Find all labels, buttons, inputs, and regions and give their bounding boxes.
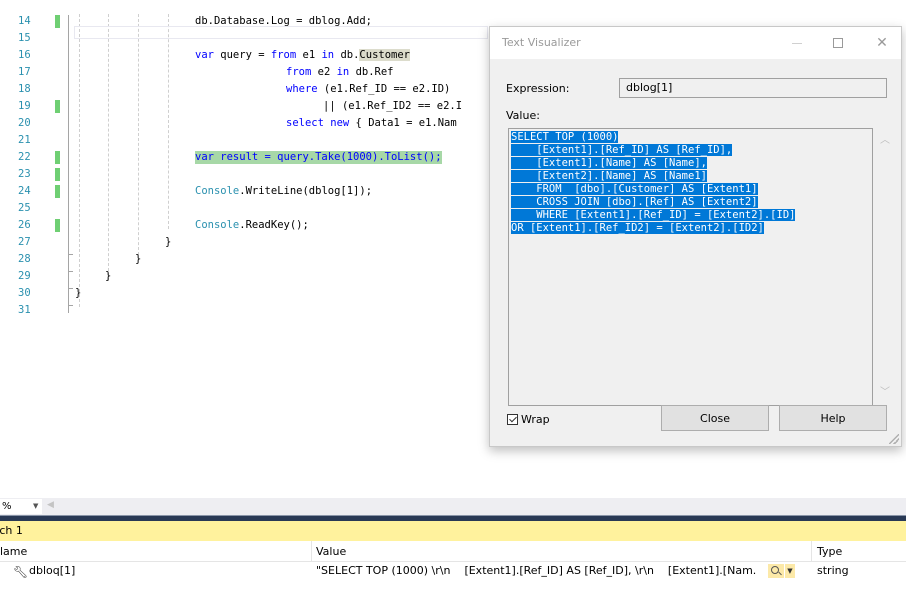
line-number: 16 bbox=[18, 49, 31, 61]
wrap-label: Wrap bbox=[521, 413, 550, 426]
editor-zoom-bar: % ▼ ◀ bbox=[0, 498, 906, 515]
line-number: 23 bbox=[18, 168, 31, 180]
minimize-button[interactable] bbox=[777, 27, 817, 59]
code-text: var result = query.Take(1000).ToList(); bbox=[195, 151, 442, 164]
code-text: select new { Data1 = e1.Nam bbox=[286, 117, 457, 129]
code-text: where (e1.Ref_ID == e2.ID) bbox=[286, 83, 451, 95]
line-number: 24 bbox=[18, 185, 31, 197]
watch-row-name[interactable]: 🔧︎ dbloq[1] bbox=[0, 562, 312, 580]
line-number: 29 bbox=[18, 270, 31, 282]
line-number: 28 bbox=[18, 253, 31, 265]
sql-line: WHERE [Extent1].[Ref_ID] = [Extent2].[ID… bbox=[511, 209, 796, 221]
code-text: var query = from e1 in db.Customer bbox=[195, 49, 410, 61]
sql-line: SELECT TOP (1000) bbox=[511, 131, 619, 143]
sql-line: [Extent1].[Ref_ID] AS [Ref_ID], bbox=[511, 144, 733, 156]
close-icon: ✕ bbox=[876, 35, 888, 51]
maximize-icon bbox=[833, 38, 843, 48]
zoom-value: % bbox=[2, 501, 12, 512]
maximize-button[interactable] bbox=[818, 27, 858, 59]
value-textarea[interactable]: SELECT TOP (1000) [Extent1].[Ref_ID] AS … bbox=[508, 128, 873, 406]
scroll-down-icon[interactable]: ﹀ bbox=[880, 383, 890, 398]
text-visualizer-dialog: Text Visualizer ✕ Expression: dblog[1] V… bbox=[489, 26, 902, 447]
sql-line: OR [Extent1].[Ref_ID2] = [Extent2].[ID2] bbox=[511, 222, 764, 234]
watch-row-type: string bbox=[817, 564, 849, 577]
wrench-icon: 🔧︎ bbox=[13, 565, 29, 579]
value-label: Value: bbox=[506, 109, 540, 122]
code-text: db.Database.Log = dblog.Add; bbox=[195, 15, 373, 27]
wrap-checkbox[interactable]: Wrap bbox=[507, 413, 550, 426]
code-text: Console.ReadKey(); bbox=[195, 219, 309, 231]
minimize-icon bbox=[792, 42, 802, 44]
line-number: 19 bbox=[18, 100, 31, 112]
magnifier-icon bbox=[771, 566, 779, 574]
line-number: 17 bbox=[18, 66, 31, 78]
code-text: } bbox=[165, 236, 172, 248]
watch-panel: tch 1 lame Value Type 🔧︎ dbloq[1] "SELEC… bbox=[0, 521, 906, 592]
close-button[interactable]: Close bbox=[661, 405, 769, 431]
column-header-type[interactable]: Type bbox=[812, 541, 906, 562]
line-number: 14 bbox=[18, 15, 31, 27]
line-number: 30 bbox=[18, 287, 31, 299]
line-number: 31 bbox=[18, 304, 31, 316]
code-text: } bbox=[135, 253, 142, 265]
resize-grip-icon[interactable] bbox=[889, 434, 899, 444]
visualizer-dropdown-icon[interactable]: ▼ bbox=[785, 564, 795, 578]
reference-highlight: Customer bbox=[359, 49, 410, 61]
column-header-name[interactable]: lame bbox=[0, 541, 312, 562]
code-text: } bbox=[105, 270, 112, 282]
change-marker bbox=[55, 168, 60, 181]
change-marker bbox=[55, 185, 60, 198]
sql-line: FROM [dbo].[Customer] AS [Extent1] bbox=[511, 183, 758, 195]
column-header-value[interactable]: Value bbox=[312, 541, 812, 562]
line-number: 21 bbox=[18, 134, 31, 146]
line-number: 27 bbox=[18, 236, 31, 248]
code-text: from e2 in db.Ref bbox=[286, 66, 394, 78]
change-marker bbox=[55, 15, 60, 28]
watch-row-value[interactable]: "SELECT TOP (1000) \r\n [Extent1].[Ref_I… bbox=[316, 562, 756, 580]
help-button[interactable]: Help bbox=[779, 405, 887, 431]
close-window-button[interactable]: ✕ bbox=[862, 27, 902, 59]
outline-tick bbox=[68, 305, 73, 306]
line-number: 22 bbox=[18, 151, 31, 163]
dialog-title: Text Visualizer bbox=[502, 36, 581, 49]
dropdown-arrow-icon: ▼ bbox=[33, 502, 39, 510]
line-number: 20 bbox=[18, 117, 31, 129]
sql-line: [Extent2].[Name] AS [Name1] bbox=[511, 170, 707, 182]
zoom-combo[interactable]: % ▼ bbox=[0, 499, 42, 514]
line-number: 26 bbox=[18, 219, 31, 231]
scroll-up-icon[interactable]: ︿ bbox=[880, 131, 890, 146]
line-number: 15 bbox=[18, 32, 31, 44]
line-number: 25 bbox=[18, 202, 31, 214]
dialog-titlebar[interactable]: Text Visualizer ✕ bbox=[490, 27, 901, 59]
change-marker bbox=[55, 151, 60, 164]
watch-panel-title[interactable]: tch 1 bbox=[0, 521, 906, 541]
code-text: || (e1.Ref_ID2 == e2.I bbox=[323, 100, 463, 112]
scroll-left-icon[interactable]: ◀ bbox=[47, 500, 54, 510]
checkbox-checked-icon[interactable] bbox=[507, 414, 518, 425]
line-number: 18 bbox=[18, 83, 31, 95]
expression-field[interactable]: dblog[1] bbox=[619, 78, 887, 98]
visualizer-button[interactable] bbox=[768, 564, 784, 578]
code-text: Console.WriteLine(dblog[1]); bbox=[195, 185, 373, 197]
code-text: } bbox=[75, 287, 82, 299]
sql-line: CROSS JOIN [dbo].[Ref] AS [Extent2] bbox=[511, 196, 758, 208]
expression-label: Expression: bbox=[506, 82, 570, 95]
sql-line: [Extent1].[Name] AS [Name], bbox=[511, 157, 707, 169]
change-marker bbox=[55, 219, 60, 232]
change-marker bbox=[55, 100, 60, 113]
